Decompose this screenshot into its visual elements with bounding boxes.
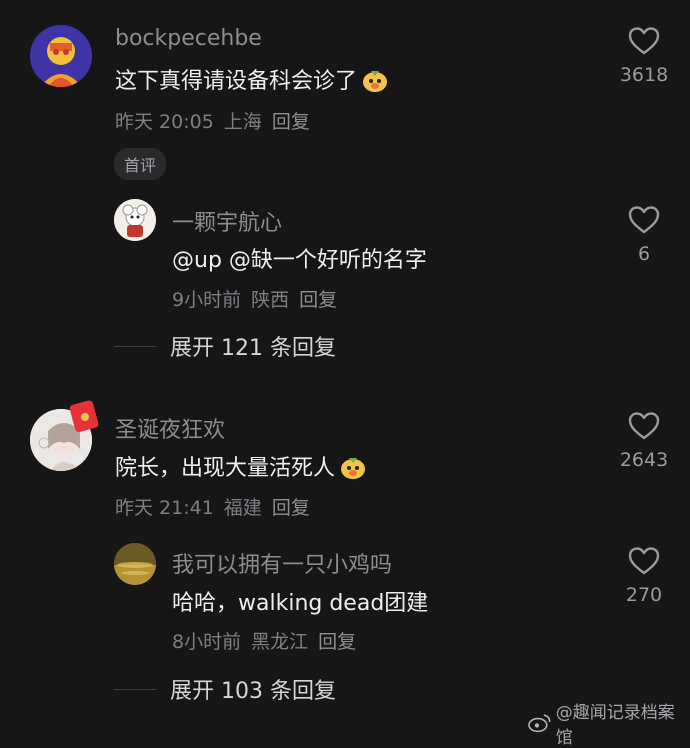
expand-replies-button[interactable]: 展开 103 条回复 [114,673,336,705]
reply-avatar[interactable] [114,543,156,585]
heart-icon [628,27,660,55]
comment-meta: 昨天 20:05 上海 回复 [115,107,310,134]
comment-meta: 昨天 21:41 福建 回复 [115,493,310,520]
like-button[interactable]: 2643 [604,411,684,471]
watermark-text: @趣闻记录档案馆 [555,703,675,748]
avatar[interactable] [30,25,92,87]
reply-time: 8小时前 [172,631,242,653]
heart-icon [628,412,660,440]
comment-time: 昨天 20:05 [115,111,214,133]
dog-face-emoji-icon [361,66,388,92]
expand-divider [114,345,156,347]
reply-meta: 8小时前 黑龙江 回复 [172,627,356,654]
like-button[interactable]: 3618 [604,26,684,86]
reply-button[interactable]: 回复 [299,285,337,312]
like-button[interactable]: 270 [604,546,684,606]
like-count: 3618 [619,64,669,86]
heart-icon [628,547,660,575]
reply-avatar[interactable] [114,199,156,241]
reply-username[interactable]: 一颗宇航心 [172,205,282,237]
weibo-logo-icon [528,714,551,733]
reply-button[interactable]: 回复 [318,627,356,654]
reply-text: @up @缺一个好听的名字 [172,248,427,273]
expand-replies-button[interactable]: 展开 121 条回复 [114,330,336,362]
like-button[interactable]: 6 [604,205,684,265]
like-count: 6 [637,243,651,265]
like-count: 2643 [619,449,669,471]
expand-replies-label: 展开 121 条回复 [170,336,336,361]
comment-text-body: 院长，出现大量活死人 [115,456,336,481]
avatar-image-icon [114,199,156,241]
reply-button[interactable]: 回复 [272,107,310,134]
reply-location: 黑龙江 [251,631,309,653]
reply-meta: 9小时前 陕西 回复 [172,285,337,312]
expand-divider [114,688,156,690]
first-comment-badge: 首评 [114,148,167,180]
comment-location: 上海 [223,111,262,133]
comment-text: 这下真得请设备科会诊了 [115,63,388,95]
like-count: 270 [625,584,663,606]
dog-face-emoji-icon [339,453,366,479]
avatar-image-icon [114,543,156,585]
red-envelope-icon [68,399,102,437]
comment-username[interactable]: 圣诞夜狂欢 [115,412,225,444]
watermark: @趣闻记录档案馆 [528,698,690,748]
reply-username[interactable]: 我可以拥有一只小鸡吗 [172,547,392,579]
comment-username[interactable]: bockpecehbe [115,26,262,51]
reply-location: 陕西 [251,289,290,311]
reply-text: 哈哈，walking dead团建 [172,591,429,616]
reply-button[interactable]: 回复 [272,493,310,520]
comment-time: 昨天 21:41 [115,497,214,519]
avatar-image-icon [30,25,92,87]
reply-time: 9小时前 [172,289,242,311]
comment-location: 福建 [223,497,262,519]
heart-icon [628,206,660,234]
comment-text: 院长，出现大量活死人 [115,450,366,482]
comment-text-body: 这下真得请设备科会诊了 [115,69,358,94]
expand-replies-label: 展开 103 条回复 [170,679,336,704]
